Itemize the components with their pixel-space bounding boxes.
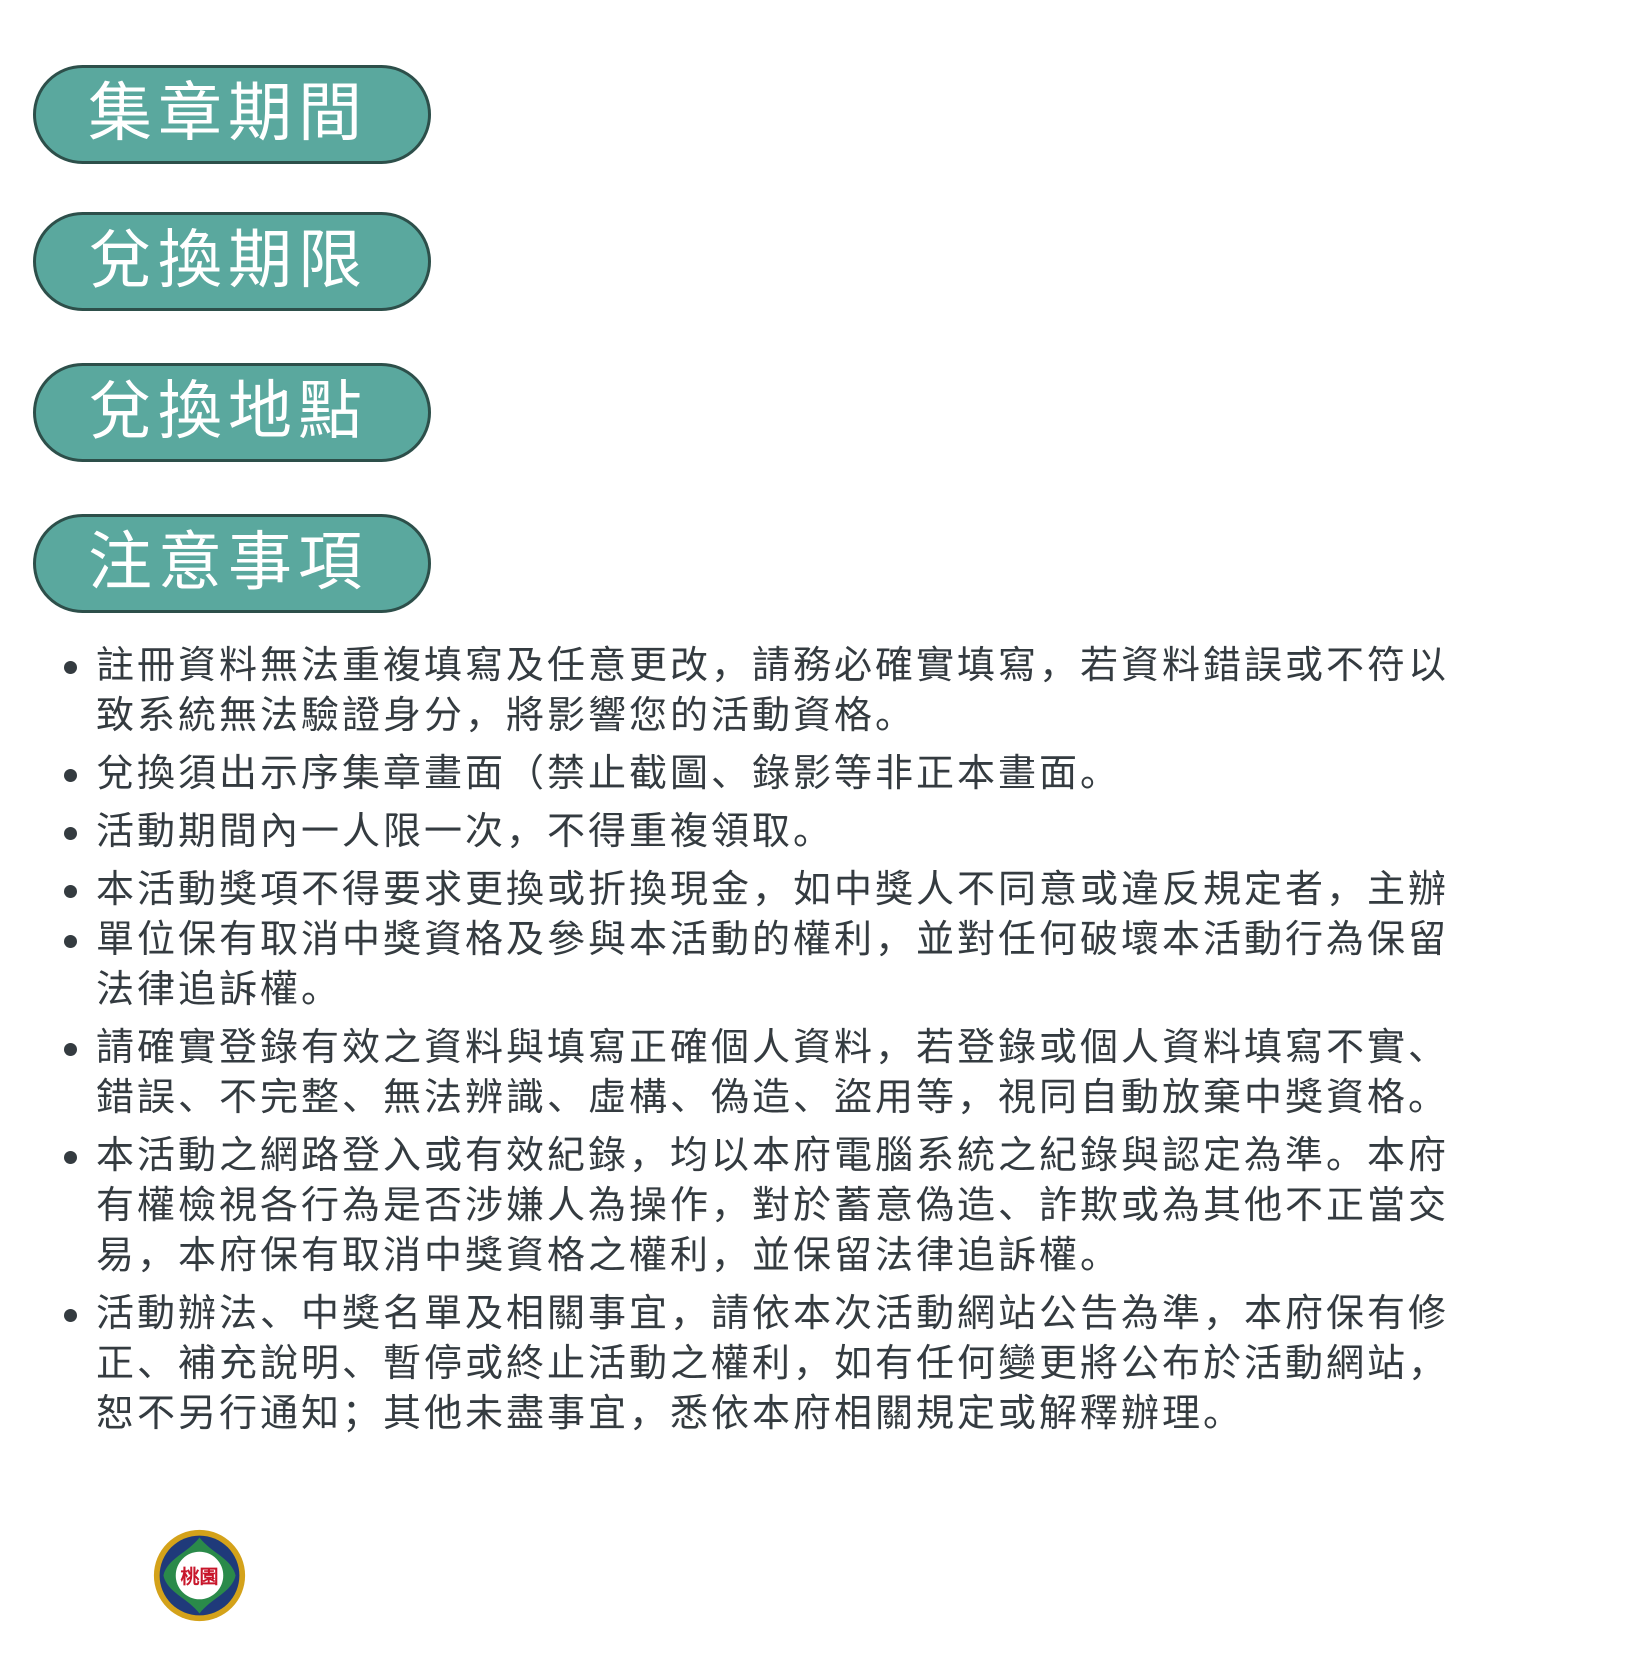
section-heading-collect-period: 集章期間 — [33, 65, 431, 164]
note-item: 請確實登錄有效之資料與填寫正確個人資料，若登錄或個人資料填寫不實、 錯誤、不完整… — [60, 1022, 1625, 1122]
emblem-text: 桃園 — [180, 1565, 218, 1588]
note-item: 本活動獎項不得要求更換或折換現金，如中獎人不同意或違反規定者，主辦 — [60, 864, 1625, 914]
note-item: 註冊資料無法重複填寫及任意更改，請務必確實填寫，若資料錯誤或不符以 致系統無法驗… — [60, 640, 1625, 740]
section-heading-redeem-location: 兌換地點 — [33, 363, 431, 462]
note-item: 活動期間內一人限一次，不得重複領取。 — [60, 806, 1625, 856]
note-item: 活動辦法、中獎名單及相關事宜，請依本次活動網站公告為準，本府保有修 正、補充說明… — [60, 1288, 1625, 1438]
notes-list: 註冊資料無法重複填寫及任意更改，請務必確實填寫，若資料錯誤或不符以 致系統無法驗… — [60, 640, 1625, 1446]
note-item: 本活動之網路登入或有效紀錄，均以本府電腦系統之紀錄與認定為準。本府 有權檢視各行… — [60, 1130, 1625, 1280]
section-heading-notes: 注意事項 — [33, 514, 431, 613]
note-item: 單位保有取消中獎資格及參與本活動的權利，並對任何破壞本活動行為保留 法律追訴權。 — [60, 914, 1625, 1014]
taoyuan-emblem-logo: 桃園 — [152, 1528, 247, 1623]
emblem-icon: 桃園 — [153, 1529, 246, 1622]
section-heading-redeem-deadline: 兌換期限 — [33, 212, 431, 311]
note-item: 兌換須出示序集章畫面（禁止截圖、錄影等非正本畫面。 — [60, 748, 1625, 798]
